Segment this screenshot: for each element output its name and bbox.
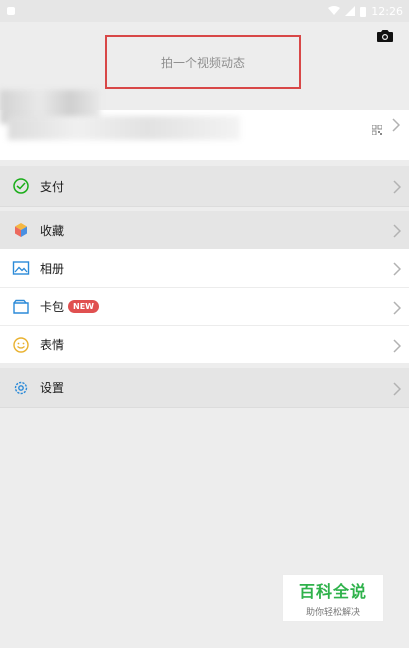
chevron-right-icon — [393, 300, 402, 315]
divider — [0, 407, 409, 408]
menu-item-label: 支付 — [40, 179, 65, 194]
wallet-icon — [12, 177, 30, 195]
chevron-right-icon — [393, 381, 402, 396]
camera-icon[interactable] — [376, 28, 394, 44]
chevron-right-icon — [393, 261, 402, 276]
album-icon — [12, 259, 30, 277]
new-badge: NEW — [68, 300, 99, 313]
profile-header: 拍一个视频动态 — [0, 22, 409, 160]
qr-code-icon[interactable] — [371, 120, 383, 136]
status-time: 12:26 — [371, 4, 403, 18]
chevron-right-icon — [392, 117, 401, 132]
video-moment-button[interactable]: 拍一个视频动态 — [105, 35, 301, 89]
menu-item-label: 卡包 — [40, 300, 65, 314]
status-bar: 12:26 — [0, 0, 409, 22]
notification-icon — [6, 5, 18, 17]
emoji-icon — [12, 336, 30, 354]
divider — [0, 206, 409, 207]
menu-item-label: 相册 — [40, 261, 65, 276]
card-wallet-icon — [12, 298, 30, 316]
menu-item-label: 设置 — [40, 381, 65, 395]
chevron-right-icon — [393, 223, 402, 238]
menu-item-favorites[interactable]: 收藏 — [0, 211, 409, 249]
menu-item-settings[interactable]: 设置 — [0, 368, 409, 407]
watermark-subtitle: 助你轻松解决 — [305, 608, 360, 618]
chevron-right-icon — [393, 338, 402, 353]
menu-item-pay[interactable]: 支付 — [0, 166, 409, 206]
favorites-cube-icon — [12, 221, 30, 239]
watermark-logo: 百科全说 助你轻松解决 — [282, 574, 384, 622]
menu-item-album[interactable]: 相册 — [0, 249, 409, 287]
menu-item-stickers[interactable]: 表情 — [0, 326, 409, 363]
video-moment-label: 拍一个视频动态 — [160, 55, 245, 70]
chevron-right-icon — [393, 179, 402, 194]
gear-icon — [12, 379, 30, 397]
menu-item-label: 收藏 — [40, 223, 65, 238]
battery-icon — [360, 6, 367, 17]
profile-name-obscured — [8, 116, 240, 140]
wifi-icon — [328, 6, 341, 15]
watermark-title: 百科全说 — [298, 582, 367, 601]
menu-item-label: 表情 — [40, 338, 65, 352]
signal-icon — [345, 6, 356, 16]
status-indicators: 12:26 — [328, 5, 403, 18]
menu-item-cards[interactable]: 卡包 NEW — [0, 288, 409, 325]
